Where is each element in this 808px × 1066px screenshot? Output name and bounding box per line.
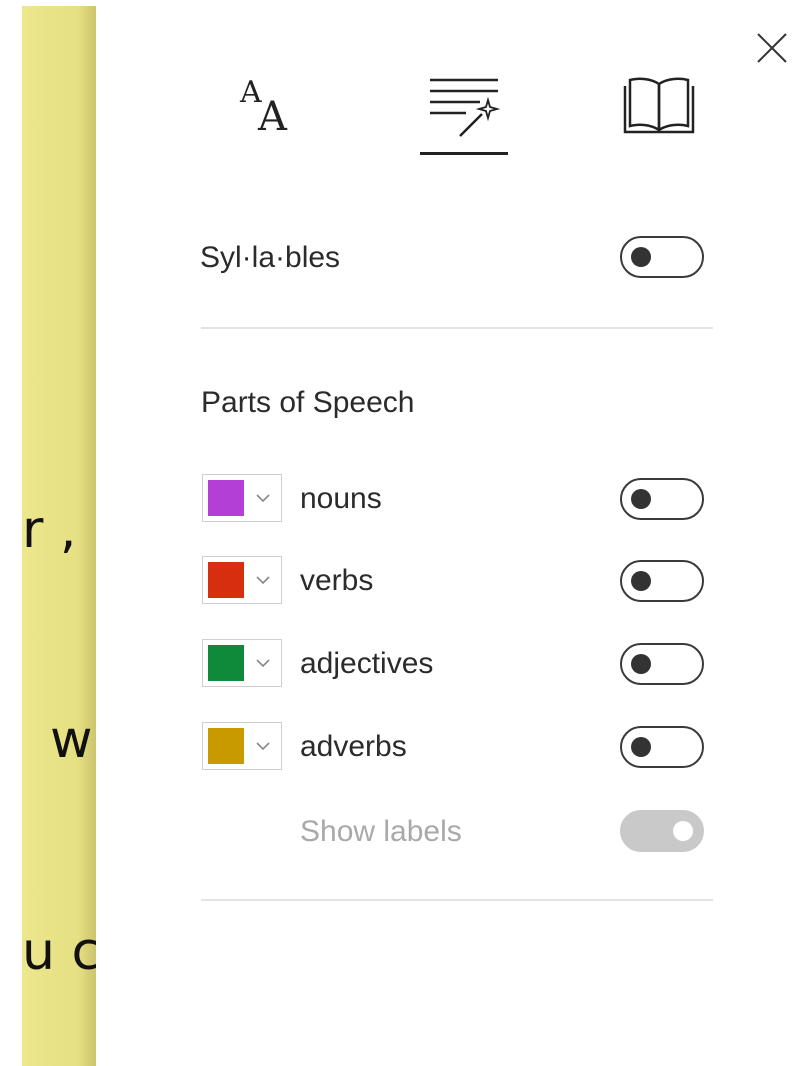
tab-reading-preferences[interactable] <box>622 72 696 138</box>
verbs-label: verbs <box>300 564 374 597</box>
close-button[interactable] <box>752 28 792 68</box>
adverbs-toggle[interactable] <box>620 726 704 768</box>
chevron-down-icon <box>256 576 270 585</box>
open-book-icon <box>623 77 695 134</box>
nouns-toggle[interactable] <box>620 478 704 520</box>
chevron-down-icon <box>256 494 270 503</box>
toggle-knob <box>631 654 651 674</box>
adjectives-color-swatch <box>208 645 244 681</box>
toggle-knob <box>631 489 651 509</box>
svg-text:A: A <box>257 94 288 140</box>
show-labels-label: Show labels <box>300 815 462 848</box>
nouns-label: nouns <box>300 482 382 515</box>
divider <box>201 899 713 901</box>
page-text-fragment: r , <box>22 500 77 560</box>
toggle-knob <box>631 737 651 757</box>
toggle-knob <box>631 247 651 267</box>
syllables-label: Syl·la·bles <box>200 241 341 274</box>
nouns-color-picker[interactable] <box>202 474 282 522</box>
adjectives-toggle[interactable] <box>620 643 704 685</box>
verbs-color-swatch <box>208 562 244 598</box>
toggle-knob <box>631 571 651 591</box>
text-size-icon: A A <box>239 75 288 140</box>
grammar-options-panel <box>96 0 808 1066</box>
page-text-fragment: u c <box>22 922 96 982</box>
adverbs-color-picker[interactable] <box>202 722 282 770</box>
close-icon <box>757 33 787 63</box>
verbs-color-picker[interactable] <box>202 556 282 604</box>
adjectives-label: adjectives <box>300 647 434 680</box>
syllables-toggle[interactable] <box>620 236 704 278</box>
adverbs-label: adverbs <box>300 730 407 763</box>
adverbs-color-swatch <box>208 728 244 764</box>
toggle-knob <box>673 821 693 841</box>
chevron-down-icon <box>256 742 270 751</box>
reading-page-edge: r , w u c <box>22 6 96 1066</box>
chevron-down-icon <box>256 659 270 668</box>
divider <box>201 327 713 329</box>
parts-of-speech-heading: Parts of Speech <box>201 386 415 419</box>
show-labels-toggle[interactable] <box>620 810 704 852</box>
adjectives-color-picker[interactable] <box>202 639 282 687</box>
tab-text-preferences[interactable]: A A <box>232 72 312 140</box>
active-tab-indicator <box>420 152 508 155</box>
nouns-color-swatch <box>208 480 244 516</box>
page-text-fragment: w <box>50 710 93 770</box>
grammar-magic-wand-icon <box>430 78 501 137</box>
verbs-toggle[interactable] <box>620 560 704 602</box>
tab-grammar-options[interactable] <box>418 70 512 156</box>
